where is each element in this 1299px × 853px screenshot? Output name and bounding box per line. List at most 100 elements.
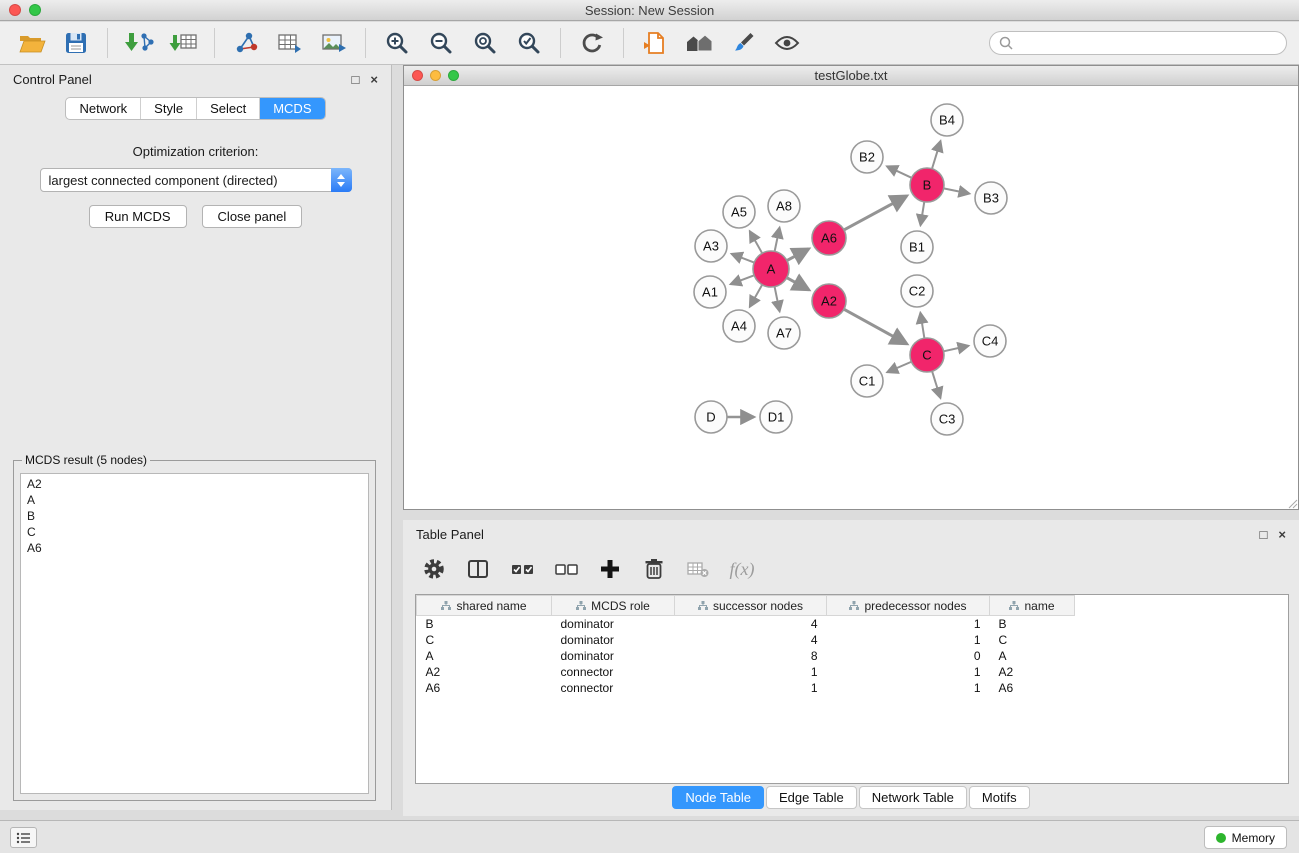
node-B4[interactable]: B4 <box>931 104 963 136</box>
column-header-predecessor-nodes[interactable]: predecessor nodes <box>827 596 990 616</box>
edge-A-A7[interactable] <box>775 287 780 312</box>
export-image-button[interactable] <box>314 25 354 61</box>
mcds-result-list[interactable]: A2ABCA6 <box>20 473 369 794</box>
node-C[interactable]: C <box>910 338 944 372</box>
zoom-out-button[interactable] <box>421 25 461 61</box>
dropdown-stepper-icon[interactable] <box>331 168 352 192</box>
node-B1[interactable]: B1 <box>901 231 933 263</box>
deselect-all-button[interactable] <box>553 562 579 577</box>
edge-C-C3[interactable] <box>932 371 940 398</box>
result-item[interactable]: A2 <box>27 476 362 492</box>
tab-edge-table[interactable]: Edge Table <box>766 786 857 809</box>
edge-A-A3[interactable] <box>732 254 755 263</box>
edge-A-A2[interactable] <box>787 278 809 290</box>
table-row[interactable]: A6connector11A6 <box>417 680 1289 696</box>
zoom-in-button[interactable] <box>377 25 417 61</box>
home-button[interactable] <box>679 25 719 61</box>
column-header-mcds-role[interactable]: MCDS role <box>552 596 675 616</box>
function-builder-button[interactable]: f(x) <box>729 559 755 580</box>
edge-B-B2[interactable] <box>887 166 912 178</box>
edge-B-B3[interactable] <box>944 188 970 193</box>
edge-B-B1[interactable] <box>921 202 925 225</box>
node-B3[interactable]: B3 <box>975 182 1007 214</box>
table-cell[interactable]: 1 <box>827 632 990 648</box>
table-cell[interactable]: C <box>417 632 552 648</box>
import-network-button[interactable] <box>119 25 159 61</box>
first-neighbors-button[interactable] <box>635 25 675 61</box>
node-A5[interactable]: A5 <box>723 196 755 228</box>
table-cell[interactable]: A <box>417 648 552 664</box>
column-header-shared-name[interactable]: shared name <box>417 596 552 616</box>
table-cell[interactable]: 1 <box>675 680 827 696</box>
tab-node-table[interactable]: Node Table <box>672 786 764 809</box>
table-cell[interactable]: 4 <box>675 632 827 648</box>
show-hide-button[interactable] <box>767 25 807 61</box>
open-file-button[interactable] <box>12 25 52 61</box>
new-network-button[interactable] <box>226 25 266 61</box>
tab-network[interactable]: Network <box>66 98 141 119</box>
edge-C-C4[interactable] <box>944 346 969 352</box>
edge-A6-B[interactable] <box>844 196 907 230</box>
node-A3[interactable]: A3 <box>695 230 727 262</box>
network-window-titlebar[interactable]: testGlobe.txt <box>404 66 1298 86</box>
network-minimize-button[interactable] <box>430 70 441 81</box>
zoom-fit-button[interactable] <box>465 25 505 61</box>
edge-A-A5[interactable] <box>750 231 762 253</box>
new-table-button[interactable] <box>270 25 310 61</box>
node-C1[interactable]: C1 <box>851 365 883 397</box>
refresh-button[interactable] <box>572 25 612 61</box>
edge-A2-C[interactable] <box>844 309 907 344</box>
result-item[interactable]: B <box>27 508 362 524</box>
search-input[interactable] <box>1019 36 1277 51</box>
table-row[interactable]: A2connector11A2 <box>417 664 1289 680</box>
node-D[interactable]: D <box>695 401 727 433</box>
table-cell[interactable]: 8 <box>675 648 827 664</box>
tab-style[interactable]: Style <box>141 98 197 119</box>
select-all-button[interactable] <box>509 562 535 577</box>
column-header-successor-nodes[interactable]: successor nodes <box>675 596 827 616</box>
float-table-panel-icon[interactable]: □ <box>1260 528 1268 541</box>
close-panel-icon[interactable]: × <box>370 73 378 86</box>
float-panel-icon[interactable]: □ <box>352 73 360 86</box>
zoom-selected-button[interactable] <box>509 25 549 61</box>
tab-motifs[interactable]: Motifs <box>969 786 1030 809</box>
result-item[interactable]: A <box>27 492 362 508</box>
close-table-panel-icon[interactable]: × <box>1278 528 1286 541</box>
close-window-button[interactable] <box>9 4 21 16</box>
table-cell[interactable]: connector <box>552 664 675 680</box>
edge-A-A4[interactable] <box>750 285 762 307</box>
edge-A-A8[interactable] <box>775 228 780 252</box>
table-row[interactable]: Bdominator41B <box>417 616 1289 632</box>
show-columns-button[interactable] <box>465 559 491 579</box>
edge-C-C1[interactable] <box>887 362 911 372</box>
table-cell[interactable]: B <box>990 616 1075 632</box>
node-B2[interactable]: B2 <box>851 141 883 173</box>
search-box[interactable] <box>989 31 1287 55</box>
delete-table-button[interactable] <box>685 560 711 578</box>
table-cell[interactable]: 1 <box>675 664 827 680</box>
table-cell[interactable]: A2 <box>417 664 552 680</box>
node-D1[interactable]: D1 <box>760 401 792 433</box>
import-table-button[interactable] <box>163 25 203 61</box>
node-C4[interactable]: C4 <box>974 325 1006 357</box>
table-cell[interactable]: connector <box>552 680 675 696</box>
close-panel-button[interactable]: Close panel <box>202 205 303 228</box>
table-cell[interactable]: 1 <box>827 680 990 696</box>
node-C3[interactable]: C3 <box>931 403 963 435</box>
node-A2[interactable]: A2 <box>812 284 846 318</box>
table-cell[interactable]: A6 <box>417 680 552 696</box>
network-zoom-button[interactable] <box>448 70 459 81</box>
table-cell[interactable]: A2 <box>990 664 1075 680</box>
table-settings-button[interactable] <box>421 558 447 580</box>
save-session-button[interactable] <box>56 25 96 61</box>
run-mcds-button[interactable]: Run MCDS <box>89 205 187 228</box>
node-C2[interactable]: C2 <box>901 275 933 307</box>
add-column-button[interactable] <box>597 559 623 579</box>
task-history-button[interactable] <box>10 827 37 848</box>
node-A[interactable]: A <box>753 251 789 287</box>
tab-network-table[interactable]: Network Table <box>859 786 967 809</box>
table-cell[interactable]: 4 <box>675 616 827 632</box>
node-A6[interactable]: A6 <box>812 221 846 255</box>
edge-B-B4[interactable] <box>932 141 941 169</box>
node-A8[interactable]: A8 <box>768 190 800 222</box>
